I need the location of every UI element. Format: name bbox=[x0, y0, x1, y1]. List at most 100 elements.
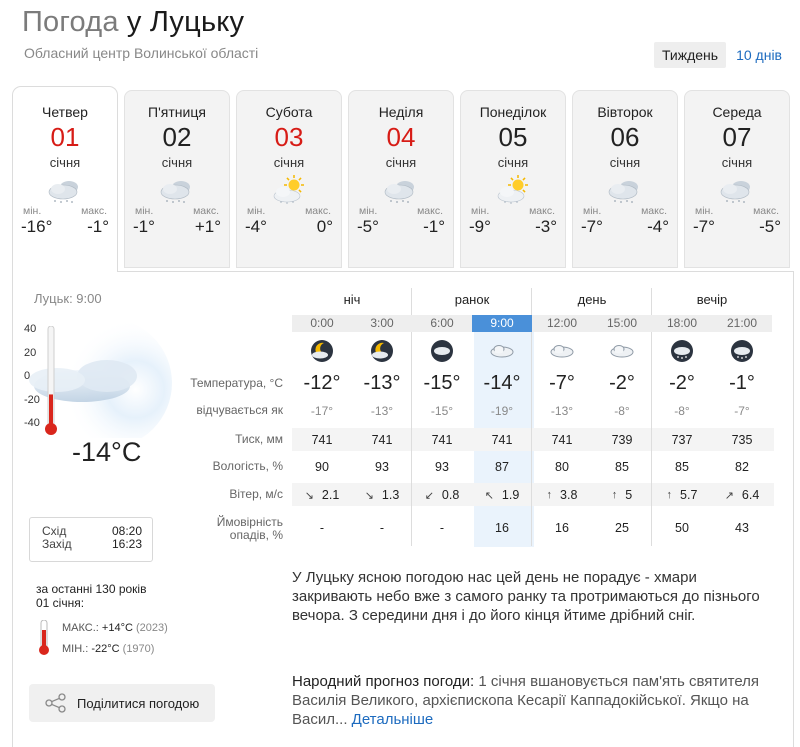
cloud-snow-icon bbox=[48, 181, 78, 203]
hour-wind: ↗ 6.4 bbox=[712, 488, 772, 502]
day-tab[interactable]: П'ятниця 02 січня мін. макс. -1° +1° bbox=[124, 90, 230, 268]
history-max-label: МАКС.: bbox=[62, 622, 99, 634]
hour-humidity: 93 bbox=[435, 460, 449, 474]
share-label: Поділитися погодою bbox=[77, 695, 200, 711]
max-label: макс. bbox=[305, 205, 331, 217]
max-temperature: 0° bbox=[316, 217, 333, 236]
period-heading: ніч bbox=[343, 292, 361, 307]
hour-icon-cell bbox=[412, 340, 472, 367]
min-temperature: -5° bbox=[357, 217, 379, 236]
history-title-line: за останні 130 років bbox=[36, 582, 147, 596]
min-label: мін. bbox=[695, 205, 714, 217]
hour-pressure: 741 bbox=[371, 433, 393, 447]
min-label: мін. bbox=[583, 205, 602, 217]
hour-precip-probability: - bbox=[379, 521, 385, 535]
sun-cloud-icon bbox=[273, 175, 304, 204]
pressure-row-label: Тиск, мм bbox=[235, 432, 283, 446]
hour-pressure: 741 bbox=[491, 433, 513, 447]
details-link[interactable]: Детальніше bbox=[352, 711, 434, 728]
min-label: мін. bbox=[359, 205, 378, 217]
wind-speed: 5 bbox=[625, 488, 633, 502]
wind-speed: 1.9 bbox=[501, 488, 520, 502]
hour-feels-like: -17° bbox=[310, 404, 334, 418]
min-max-labels: мін. макс. bbox=[349, 205, 453, 217]
hour-icon-cell bbox=[712, 340, 772, 367]
month-name: січня bbox=[721, 155, 753, 170]
hour-label: 18:00 bbox=[652, 315, 712, 332]
hour-precip-probability: - bbox=[319, 521, 325, 535]
cloud-snow-icon bbox=[720, 181, 750, 203]
share-weather-button[interactable]: Поділитися погодою bbox=[29, 684, 215, 722]
header: Погода у Луцьку bbox=[22, 6, 244, 39]
month-name: січня bbox=[273, 155, 305, 170]
hour-precip-probability: 25 bbox=[615, 521, 629, 535]
folk-forecast-label: Народний прогноз погоди: bbox=[292, 673, 475, 690]
hour-icon-cell bbox=[472, 340, 532, 367]
wind-speed: 5.7 bbox=[680, 488, 698, 502]
hour-label: 21:00 bbox=[712, 315, 772, 332]
hour-wind: ↖ 1.9 bbox=[472, 488, 532, 502]
cloud-snow-icon bbox=[384, 181, 414, 203]
day-number: 04 bbox=[386, 122, 416, 152]
hour-icon-cell bbox=[292, 340, 352, 367]
wind-speed: 0.8 bbox=[441, 488, 460, 502]
scale-label: -20 bbox=[24, 393, 40, 406]
period-heading: ранок bbox=[454, 292, 490, 307]
period-10-days-link[interactable]: 10 днів bbox=[732, 42, 786, 68]
hour-feels-like: -8° bbox=[614, 404, 630, 418]
hour-label: 9:00 bbox=[472, 315, 532, 332]
wind-speed: 3.8 bbox=[560, 488, 578, 502]
hour-icon-cell bbox=[592, 340, 652, 367]
min-label: мін. bbox=[471, 205, 490, 217]
day-number: 06 bbox=[610, 122, 640, 152]
max-label: макс. bbox=[193, 205, 219, 217]
min-label: мін. bbox=[247, 205, 266, 217]
month-name: січня bbox=[385, 155, 417, 170]
min-temperature: -16° bbox=[21, 217, 53, 236]
hour-temperature: -1° bbox=[729, 372, 755, 394]
max-temperature: -5° bbox=[759, 217, 781, 236]
min-temperature: -9° bbox=[469, 217, 491, 236]
history-date: 01 січня: bbox=[36, 596, 85, 610]
history-thermometer-icon bbox=[39, 620, 49, 655]
period-week-button[interactable]: Тиждень bbox=[653, 42, 727, 68]
max-temperature: +1° bbox=[194, 217, 221, 236]
day-tab[interactable]: Субота 03 січня мін. макс. -4° 0° bbox=[236, 90, 342, 268]
max-label: макс. bbox=[417, 205, 443, 217]
month-name: січня bbox=[497, 155, 529, 170]
day-tab[interactable]: Четвер 01 січня мін. макс. -16° -1° bbox=[12, 86, 118, 272]
hour-temperature: -7° bbox=[549, 372, 575, 394]
min-max-labels: мін. макс. bbox=[573, 205, 677, 217]
share-icon bbox=[45, 693, 66, 713]
sunset-label: Захід bbox=[42, 537, 72, 551]
sun-cloud-icon bbox=[497, 175, 528, 204]
day-tab[interactable]: Неділя 04 січня мін. макс. -5° -1° bbox=[348, 90, 454, 268]
day-of-week: Неділя bbox=[378, 104, 424, 120]
day-number: 05 bbox=[498, 122, 528, 152]
page-title: Погода у Луцьку bbox=[22, 6, 244, 39]
hour-humidity: 93 bbox=[375, 460, 389, 474]
min-max-labels: мін. макс. bbox=[685, 205, 789, 217]
day-of-week: Вівторок bbox=[597, 104, 653, 120]
day-tab[interactable]: Середа 07 січня мін. макс. -7° -5° bbox=[684, 90, 790, 268]
min-temperature: -1° bbox=[133, 217, 155, 236]
hour-precip-probability: 16 bbox=[555, 521, 569, 535]
min-max-values: -5° -1° bbox=[349, 217, 453, 237]
hour-label: 6:00 bbox=[412, 315, 472, 332]
hour-feels-like: -7° bbox=[734, 404, 750, 418]
day-number: 01 bbox=[50, 122, 80, 152]
wind-direction-icon: ↑ bbox=[666, 489, 673, 501]
cloud-snow-icon bbox=[608, 181, 638, 203]
weather-description: У Луцьку ясною погодою нас цей день не п… bbox=[292, 569, 760, 624]
min-max-labels: мін. макс. bbox=[237, 205, 341, 217]
day-number: 02 bbox=[162, 122, 192, 152]
hour-pressure: 741 bbox=[551, 433, 573, 447]
wind-direction-icon: ↘ bbox=[304, 489, 314, 502]
hour-precip-probability: 50 bbox=[675, 521, 689, 535]
day-of-week: Понеділок bbox=[479, 104, 547, 120]
max-temperature: -1° bbox=[87, 217, 109, 236]
day-tab[interactable]: Понеділок 05 січня мін. макс. -9° -3° bbox=[460, 90, 566, 268]
day-tab[interactable]: Вівторок 06 січня мін. макс. -7° -4° bbox=[572, 90, 678, 268]
min-temperature: -7° bbox=[693, 217, 715, 236]
hour-feels-like: -15° bbox=[430, 404, 454, 418]
